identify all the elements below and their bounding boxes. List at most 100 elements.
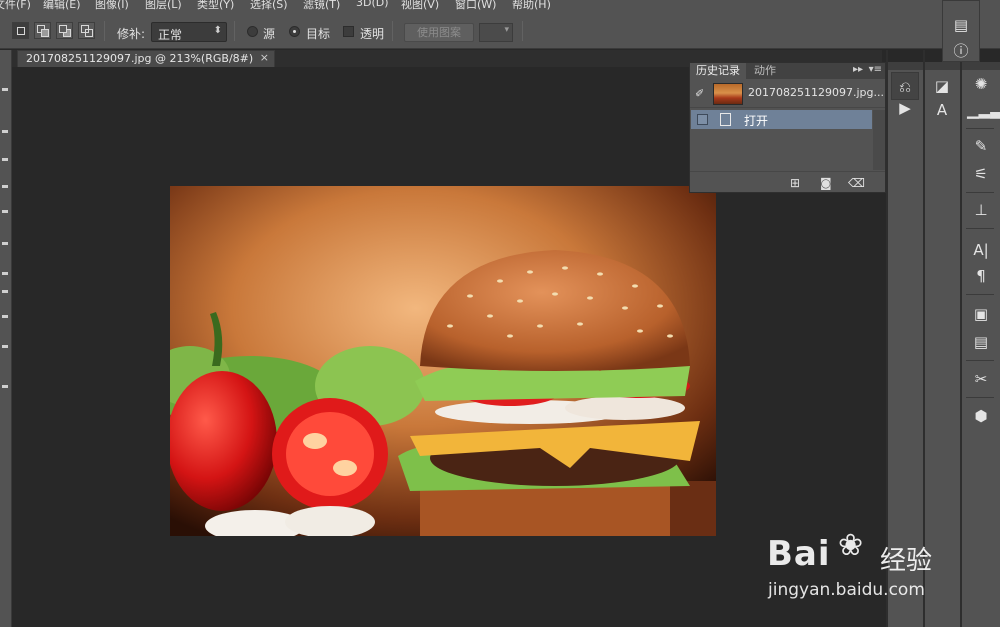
pattern-picker[interactable]: ▾ [479,23,513,42]
compass-icon[interactable]: ✺ [967,70,995,98]
target-label: 目标 [306,27,331,41]
eraser-tool-icon[interactable] [2,315,8,318]
history-source-checkbox[interactable] [697,114,708,125]
menu-bar: 文件(F) 编辑(E) 图像(I) 图层(L) 类型(Y) 选择(S) 滤镜(T… [0,0,1000,11]
document-tab-title: 201708251129097.jpg @ 213%(RGB/8#) [26,52,254,65]
watermark-brand: Bai [767,534,831,574]
subtract-selection-icon-overlay [59,25,67,33]
healing-tool-icon[interactable] [2,210,8,213]
menu-3d[interactable]: 3D(D) [356,0,389,9]
menu-help[interactable]: 帮助(H) [512,0,551,11]
history-brush-source-icon[interactable]: ✐ [695,87,704,100]
new-selection-icon [17,27,25,35]
brush-tool-icon[interactable] [2,242,8,245]
transparent-checkbox[interactable] [343,26,354,37]
tools-panel [0,50,12,627]
lasso-tool-icon[interactable] [2,130,8,133]
document-tab[interactable]: 201708251129097.jpg @ 213%(RGB/8#) × [17,50,275,67]
add-to-selection-button[interactable] [34,22,51,39]
stamp-tool-icon[interactable] [2,272,8,275]
menu-image[interactable]: 图像(I) [95,0,129,11]
mini-panel-dock: ▤ ⓘ [942,0,980,62]
info-panel-icon[interactable]: ▤ [947,11,975,39]
patch-mode-select[interactable]: 正常 ⬍ [151,22,227,42]
intersect-selection-icon-overlay [85,29,93,37]
menu-edit[interactable]: 编辑(E) [43,0,81,11]
3d-icon[interactable]: ⬢ [967,402,995,430]
paragraph-icon[interactable]: ¶ [967,262,995,290]
history-panel-footer: ⊞ ◙ ⌫ [690,171,885,192]
menu-filter[interactable]: 滤镜(T) [303,0,340,11]
use-pattern-button[interactable]: 使用图案 [404,23,474,42]
menu-layer[interactable]: 图层(L) [145,0,182,11]
dock-separator [966,192,994,193]
history-state-label: 打开 [744,114,769,128]
paw-icon: ❀ [838,528,864,563]
separator [104,21,105,41]
info-icon[interactable]: ⓘ [947,37,975,65]
menu-type[interactable]: 类型(Y) [197,0,234,11]
close-icon[interactable]: × [260,51,269,64]
menu-select[interactable]: 选择(S) [250,0,288,11]
new-document-from-state-icon[interactable]: ⊞ [790,176,800,190]
collapse-panel-icon[interactable]: ▸▸ [853,64,863,75]
intersect-selection-button[interactable] [78,22,95,39]
tab-history[interactable]: 历史记录 [690,63,746,79]
burger-photo [170,186,716,536]
pen-tool-icon[interactable] [2,385,8,388]
tab-actions[interactable]: 动作 [748,63,782,79]
history-brush-tool-icon[interactable] [2,290,8,293]
history-scrollbar[interactable] [873,110,885,170]
character-style-icon[interactable]: A [928,96,956,124]
subtract-from-selection-button[interactable] [56,22,73,39]
dock-separator [966,397,994,398]
trash-icon[interactable]: ⌫ [848,176,865,190]
snapshot-name: 201708251129097.jpg... [748,86,884,99]
align-icon[interactable]: ⊥ [967,196,995,224]
target-radio[interactable] [289,26,300,37]
separator [522,21,523,41]
tools-icon[interactable]: ✂ [967,365,995,393]
properties-icon[interactable]: ▣ [967,300,995,328]
watermark-url: jingyan.baidu.com [768,580,925,600]
menu-file[interactable]: 文件(F) [0,0,31,11]
menu-view[interactable]: 视图(V) [401,0,439,11]
source-radio[interactable] [247,26,258,37]
panel-dock-c: ✺ ▁▂▃ ✎ ⚟ ⊥ A| ¶ ▣ ▤ ✂ ⬢ [962,62,1000,627]
play-icon[interactable]: ▶ [891,94,919,122]
document-icon [720,113,731,126]
new-selection-button[interactable] [12,22,29,39]
crop-tool-icon[interactable] [2,158,8,161]
source-label: 源 [263,27,276,41]
dock-header [925,62,960,70]
separator [234,21,235,41]
history-panel: 历史记录 动作 ▸▸ ▾≡ ✐ 201708251129097.jpg... 打… [689,62,886,193]
patch-label: 修补: [117,27,146,41]
brush-icon[interactable]: ✎ [967,132,995,160]
history-state-row[interactable] [691,110,872,129]
character-icon[interactable]: A| [967,236,995,264]
panel-menu-icon[interactable]: ▾≡ [869,64,882,75]
chevron-down-icon: ▾ [504,25,509,35]
menu-window[interactable]: 窗口(W) [455,0,496,11]
document-image[interactable] [170,186,716,536]
adjustments-icon[interactable]: ⚟ [967,160,995,188]
notes-icon[interactable]: ▤ [967,328,995,356]
levels-icon[interactable]: ▁▂▃ [967,96,1000,124]
baidu-watermark: Bai ❀ 经验 jingyan.baidu.com [760,520,960,610]
snapshot-thumbnail [713,83,743,105]
dock-separator [966,360,994,361]
select-arrows-icon: ⬍ [213,25,222,36]
dock-separator [966,294,994,295]
camera-icon[interactable]: ◙ [820,176,832,190]
dock-header [888,62,923,70]
eyedropper-tool-icon[interactable] [2,185,8,188]
options-bar: 修补: 正常 ⬍ 源 目标 透明 使用图案 ▾ [0,11,1000,49]
history-panel-tabs: 历史记录 动作 ▸▸ ▾≡ [690,63,885,79]
separator [392,21,393,41]
dock-separator [966,128,994,129]
dock-separator [966,228,994,229]
add-selection-icon-overlay [41,29,49,37]
move-tool-icon[interactable] [2,88,8,91]
gradient-tool-icon[interactable] [2,345,8,348]
